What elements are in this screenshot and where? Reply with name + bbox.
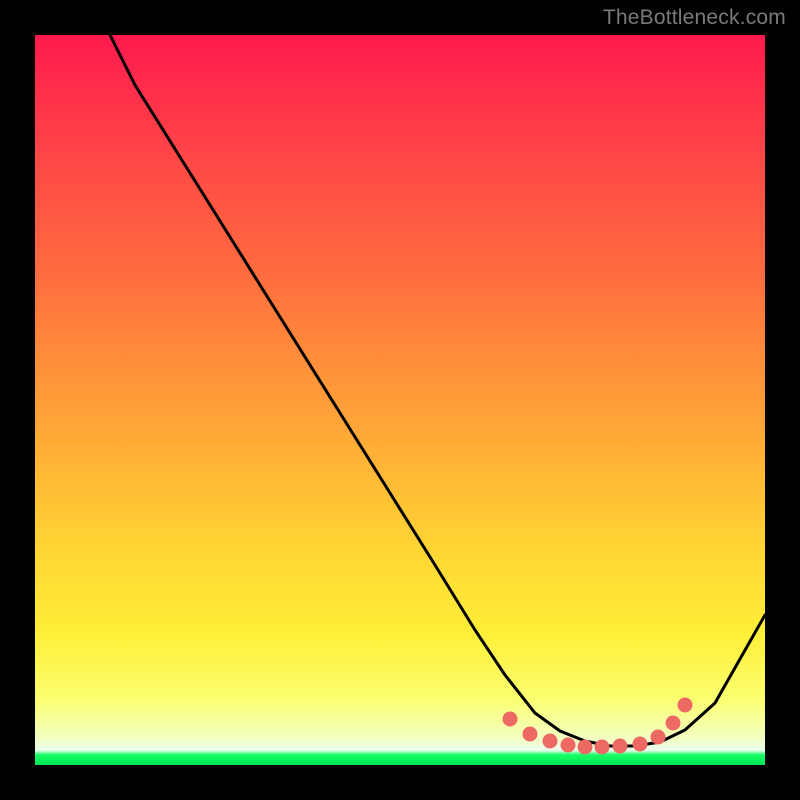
watermark: TheBottleneck.com xyxy=(603,6,786,30)
bottleneck-curve xyxy=(110,35,765,746)
marker-dot xyxy=(613,739,628,754)
marker-dot xyxy=(678,698,693,713)
marker-dot xyxy=(561,738,576,753)
marker-dot xyxy=(666,716,681,731)
curve-layer xyxy=(35,35,765,765)
marker-dot xyxy=(523,727,538,742)
marker-dot xyxy=(633,737,648,752)
marker-dot xyxy=(503,712,518,727)
marker-dot xyxy=(578,740,593,755)
marker-dot xyxy=(543,734,558,749)
marker-dot xyxy=(651,730,666,745)
marker-dot xyxy=(595,740,610,755)
chart-frame: TheBottleneck.com xyxy=(0,0,800,800)
plot-area xyxy=(35,35,765,765)
